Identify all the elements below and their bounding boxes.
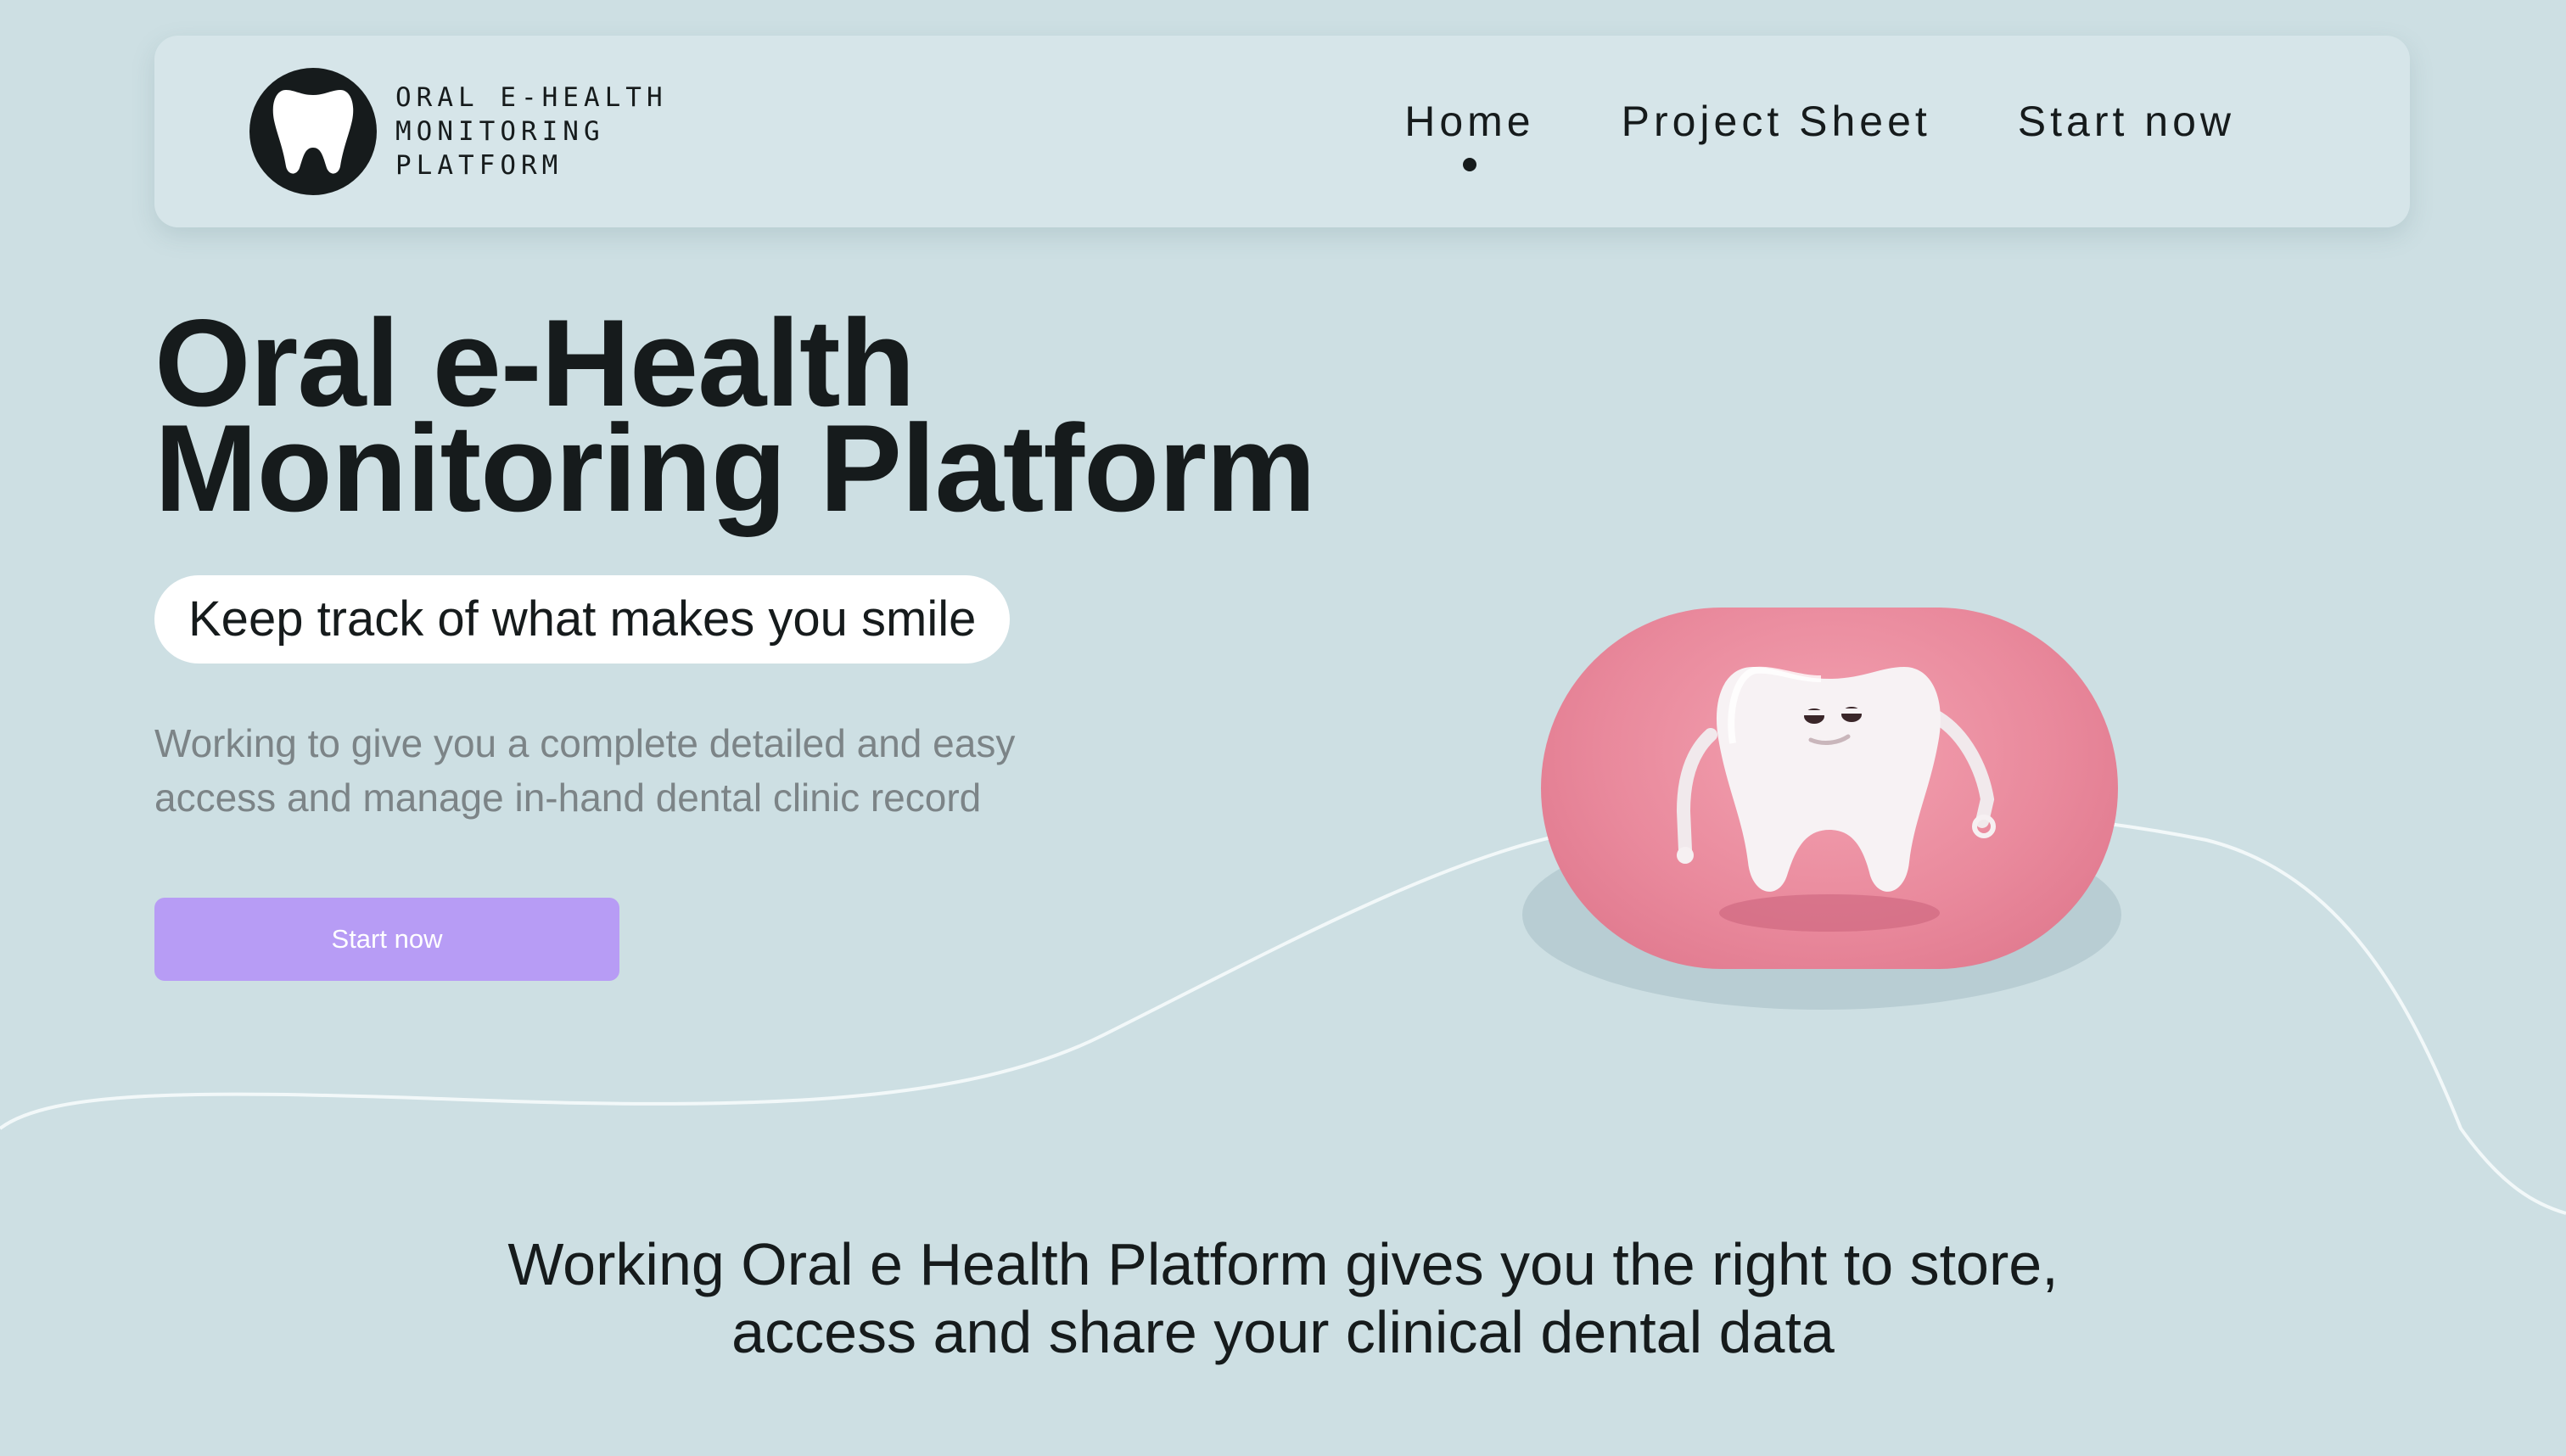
tooth-character-illustration: [1541, 608, 2118, 969]
platform-info-text: Working Oral e Health Platform gives you…: [0, 1230, 2566, 1366]
hero-title: Oral e-Health Monitoring Platform: [154, 301, 1316, 537]
logo-text-line: PLATFORM: [395, 150, 563, 181]
nav-item-label: Home: [1404, 98, 1535, 145]
main-nav: Home Project Sheet Start now: [1404, 97, 2235, 171]
nav-item-start-now[interactable]: Start now: [2018, 97, 2235, 146]
nav-item-label: Project Sheet: [1621, 98, 1931, 145]
tooth-icon: [249, 68, 377, 195]
platform-info-line: Working Oral e Health Platform gives you…: [507, 1231, 2059, 1297]
logo-text: ORAL E-HEALTH MONITORING PLATFORM: [395, 81, 675, 182]
tooth-character-icon: [1676, 666, 1996, 932]
platform-info-line: access and share your clinical dental da…: [731, 1299, 1835, 1365]
top-navbar: ORAL E-HEALTH MONITORING PLATFORM Home P…: [154, 36, 2410, 227]
hero-title-line: Monitoring Platform: [154, 399, 1316, 537]
tagline-badge: Keep track of what makes you smile: [154, 575, 1011, 664]
start-now-button[interactable]: Start now: [154, 898, 619, 981]
logo-text-line: ORAL E-HEALTH: [395, 82, 668, 113]
hero-description: Working to give you a complete detailed …: [154, 721, 1016, 820]
logo[interactable]: ORAL E-HEALTH MONITORING PLATFORM: [249, 68, 675, 195]
logo-text-line: MONITORING: [395, 116, 605, 147]
nav-item-project-sheet[interactable]: Project Sheet: [1622, 97, 1931, 146]
active-indicator-dot: [1462, 158, 1476, 171]
nav-item-home[interactable]: Home: [1404, 97, 1535, 171]
nav-item-label: Start now: [2017, 98, 2235, 145]
